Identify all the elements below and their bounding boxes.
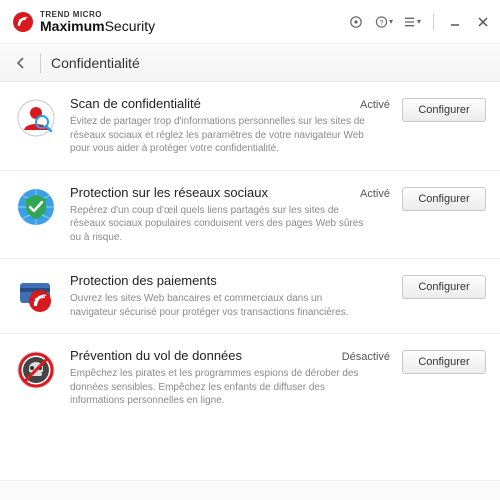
sync-icon[interactable] xyxy=(347,13,365,31)
brand-main: MaximumSecurity xyxy=(40,19,155,33)
row-data-theft: Prévention du vol de données Désactivé E… xyxy=(0,334,500,422)
settings-list: Scan de confidentialité Activé Évitez de… xyxy=(0,82,500,480)
row-desc: Évitez de partager trop d'informations p… xyxy=(70,115,370,156)
social-protection-icon xyxy=(14,185,58,227)
row-privacy-scan: Scan de confidentialité Activé Évitez de… xyxy=(0,82,500,171)
row-title: Scan de confidentialité xyxy=(70,96,350,111)
footer xyxy=(0,480,500,500)
svg-text:?: ? xyxy=(379,17,383,26)
configure-button[interactable]: Configurer xyxy=(402,350,486,374)
close-button[interactable] xyxy=(474,13,492,31)
back-button[interactable] xyxy=(12,54,30,72)
payment-protection-icon xyxy=(14,273,58,315)
configure-button[interactable]: Configurer xyxy=(402,187,486,211)
brand-logo-icon xyxy=(12,11,34,33)
minimize-button[interactable] xyxy=(446,13,464,31)
subheader: Confidentialité xyxy=(0,44,500,82)
brand-text: TREND MICRO MaximumSecurity xyxy=(40,11,155,33)
menu-icon[interactable]: ▾ xyxy=(403,13,421,31)
row-desc: Empêchez les pirates et les programmes e… xyxy=(70,367,370,408)
row-status: Désactivé xyxy=(342,351,390,363)
row-title: Protection sur les réseaux sociaux xyxy=(70,185,350,200)
row-payment-protection: Protection des paiements Ouvrez les site… xyxy=(0,259,500,334)
row-social-protection: Protection sur les réseaux sociaux Activ… xyxy=(0,171,500,260)
row-title: Protection des paiements xyxy=(70,273,380,288)
row-desc: Ouvrez les sites Web bancaires et commer… xyxy=(70,292,370,319)
help-icon[interactable]: ? ▾ xyxy=(375,13,393,31)
configure-button[interactable]: Configurer xyxy=(402,98,486,122)
row-desc: Repérez d'un coup d'œil quels liens part… xyxy=(70,204,370,245)
page-title: Confidentialité xyxy=(51,55,140,71)
titlebar: TREND MICRO MaximumSecurity ? ▾ ▾ xyxy=(0,0,500,44)
privacy-scan-icon xyxy=(14,96,58,138)
data-theft-icon xyxy=(14,348,58,390)
configure-button[interactable]: Configurer xyxy=(402,275,486,299)
titlebar-actions: ? ▾ ▾ xyxy=(347,13,492,31)
row-title: Prévention du vol de données xyxy=(70,348,332,363)
row-status: Activé xyxy=(360,188,390,200)
row-status: Activé xyxy=(360,99,390,111)
